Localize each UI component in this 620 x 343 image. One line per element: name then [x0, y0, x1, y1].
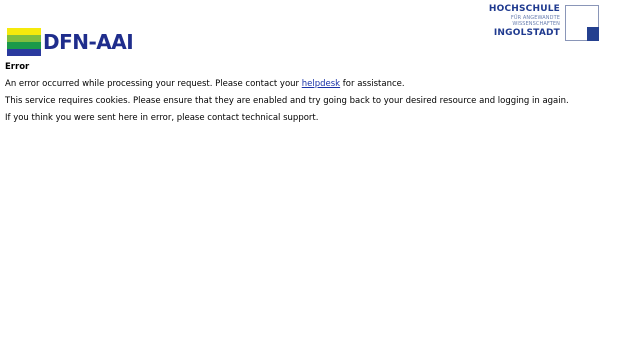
- helpdesk-link[interactable]: helpdesk: [302, 79, 340, 89]
- page-title: Error: [5, 62, 30, 72]
- stripe-lightgreen: [7, 35, 41, 42]
- thi-line-hochschule: HOCHSCHULE: [488, 4, 560, 14]
- thi-logo-text: HOCHSCHULE FÜR ANGEWANDTE WISSENSCHAFTEN…: [489, 4, 560, 39]
- error-message-start: An error occurred while processing your …: [5, 79, 302, 89]
- main-content: Error An error occurred while processing…: [5, 61, 615, 129]
- thi-logo: HOCHSCHULE FÜR ANGEWANDTE WISSENSCHAFTEN…: [486, 4, 600, 42]
- stripe-blue: [7, 49, 41, 56]
- error-message-end: for assistance.: [340, 79, 405, 89]
- support-message: If you think you were sent here in error…: [5, 113, 319, 123]
- stripe-yellow: [7, 28, 41, 35]
- thi-mark-icon: [565, 5, 599, 41]
- dfn-logo-text: DFN-AAI: [43, 30, 134, 54]
- dfn-aai-logo: DFN-AAI: [7, 28, 134, 56]
- cookies-message: This service requires cookies. Please en…: [5, 96, 569, 106]
- error-message: An error occurred while processing your …: [5, 78, 615, 90]
- thi-line-ingolstadt: INGOLSTADT: [493, 28, 560, 38]
- thi-mark-square: [587, 27, 599, 41]
- stripe-green: [7, 42, 41, 49]
- dfn-stripes-icon: [7, 28, 41, 56]
